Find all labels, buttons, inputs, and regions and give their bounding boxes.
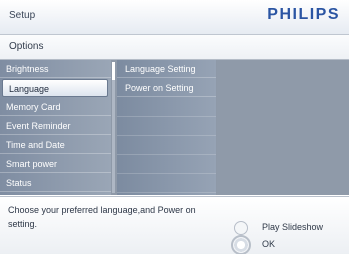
detail-area xyxy=(217,60,349,195)
setup-screen: Setup PHILIPS Options Brightness Languag… xyxy=(0,0,349,254)
menu-item-status[interactable]: Status xyxy=(0,174,111,192)
submenu-item-power-on-setting[interactable]: Power on Setting xyxy=(117,79,216,97)
menu-scrollbar[interactable] xyxy=(112,62,115,193)
menu-item-memory-card[interactable]: Memory Card xyxy=(0,98,111,116)
footer-bar: Choose your preferred language,and Power… xyxy=(0,196,349,254)
settings-menu: Brightness Language Memory Card Event Re… xyxy=(0,60,111,205)
submenu-empty-row xyxy=(117,117,216,136)
circle-button-icon xyxy=(234,221,248,235)
menu-item-language[interactable]: Language xyxy=(2,79,108,97)
ok-label: OK xyxy=(262,239,276,249)
menu-item-time-and-date[interactable]: Time and Date xyxy=(0,136,111,154)
submenu-item-language-setting[interactable]: Language Setting xyxy=(117,60,216,78)
scrollbar-thumb[interactable] xyxy=(112,62,115,80)
submenu-empty-row xyxy=(117,155,216,174)
menu-item-smart-power[interactable]: Smart power xyxy=(0,155,111,173)
language-submenu: Language Setting Power on Setting xyxy=(117,60,216,195)
submenu-empty-row xyxy=(117,174,216,193)
submenu-empty-row xyxy=(117,98,216,117)
menu-panel: Brightness Language Memory Card Event Re… xyxy=(0,60,349,205)
help-text: Choose your preferred language,and Power… xyxy=(8,205,196,229)
options-label: Options xyxy=(9,41,44,52)
brand-logo: PHILIPS xyxy=(267,6,340,23)
options-bar: Options xyxy=(0,35,349,60)
header-bar: Setup PHILIPS xyxy=(0,0,349,35)
menu-item-event-reminder[interactable]: Event Reminder xyxy=(0,117,111,135)
ok-circle-icon xyxy=(231,235,251,254)
page-title: Setup xyxy=(9,10,36,21)
menu-item-brightness[interactable]: Brightness xyxy=(0,60,111,78)
play-slideshow-label: Play Slideshow xyxy=(262,222,324,232)
submenu-empty-row xyxy=(117,136,216,155)
